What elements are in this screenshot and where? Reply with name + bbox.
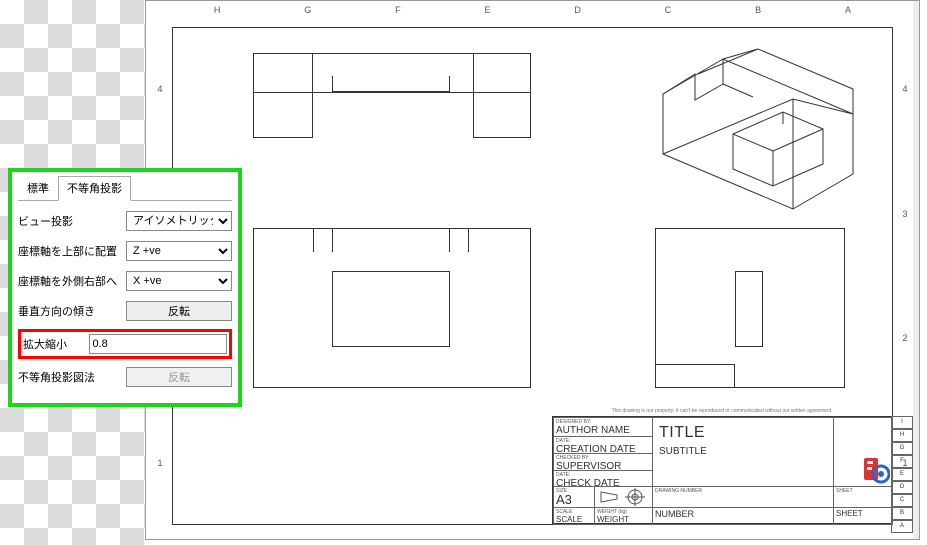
author-name: AUTHOR NAME	[556, 425, 630, 436]
view-projection-label: ビュー投影	[18, 213, 126, 229]
panel-tabs: 標準 不等角投影	[18, 176, 232, 201]
drawing-title: TITLE	[659, 424, 827, 442]
tab-axonometric[interactable]: 不等角投影	[58, 176, 131, 201]
axonometric-settings-panel: 標準 不等角投影 ビュー投影 アイソメトリック 座標軸を上部に配置 Z +ve …	[8, 168, 242, 407]
frame-letters-top: A B C D E F G H	[172, 5, 893, 15]
view-isometric	[623, 34, 883, 214]
scale-input[interactable]	[89, 334, 227, 354]
title-block: DESIGNED BY: AUTHOR NAME DATE: CREATION …	[552, 416, 892, 524]
footer-note: This drawing is our property; it can't b…	[553, 408, 891, 414]
vertical-tilt-label: 垂直方向の傾き	[18, 303, 126, 319]
view-front-cutout	[332, 271, 450, 347]
weight-value: WEIGHT	[597, 515, 629, 524]
sheet-size: A3	[556, 492, 572, 507]
scale-row-highlight: 拡大縮小	[18, 329, 232, 359]
sheet-number: SHEET	[836, 509, 863, 518]
view-side-step	[655, 364, 735, 388]
axo-method-label: 不等角投影図法	[18, 369, 126, 385]
view-projection-select[interactable]: アイソメトリック	[126, 211, 232, 231]
axis-top-label: 座標軸を上部に配置	[18, 243, 126, 259]
axis-right-select[interactable]: X +ve	[126, 271, 232, 291]
projection-symbol-icon	[597, 488, 653, 506]
axis-top-select[interactable]: Z +ve	[126, 241, 232, 261]
view-top-outline-3	[473, 53, 531, 138]
axis-right-label: 座標軸を外側右部へ	[18, 273, 126, 289]
scale-value: SCALE	[556, 515, 582, 524]
flip-axo-button[interactable]: 反転	[126, 367, 232, 387]
tab-standard[interactable]: 標準	[18, 176, 58, 200]
view-front-notch1	[313, 228, 333, 252]
scale-label: 拡大縮小	[23, 336, 89, 352]
view-front-notch2	[449, 228, 469, 252]
view-top-outline-2	[253, 53, 313, 138]
freecad-logo-icon	[862, 456, 890, 484]
flip-vertical-button[interactable]: 反転	[126, 301, 232, 321]
drawing-number: NUMBER	[655, 509, 694, 519]
drawing-sheet: A B C D E F G H 1 2 3 4 1 2 3 4	[145, 0, 920, 540]
drawing-subtitle: SUBTITLE	[659, 446, 827, 457]
view-top-hidden	[332, 76, 450, 92]
view-side-slot	[735, 271, 763, 347]
drawing-frame: DESIGNED BY: AUTHOR NAME DATE: CREATION …	[172, 27, 893, 525]
